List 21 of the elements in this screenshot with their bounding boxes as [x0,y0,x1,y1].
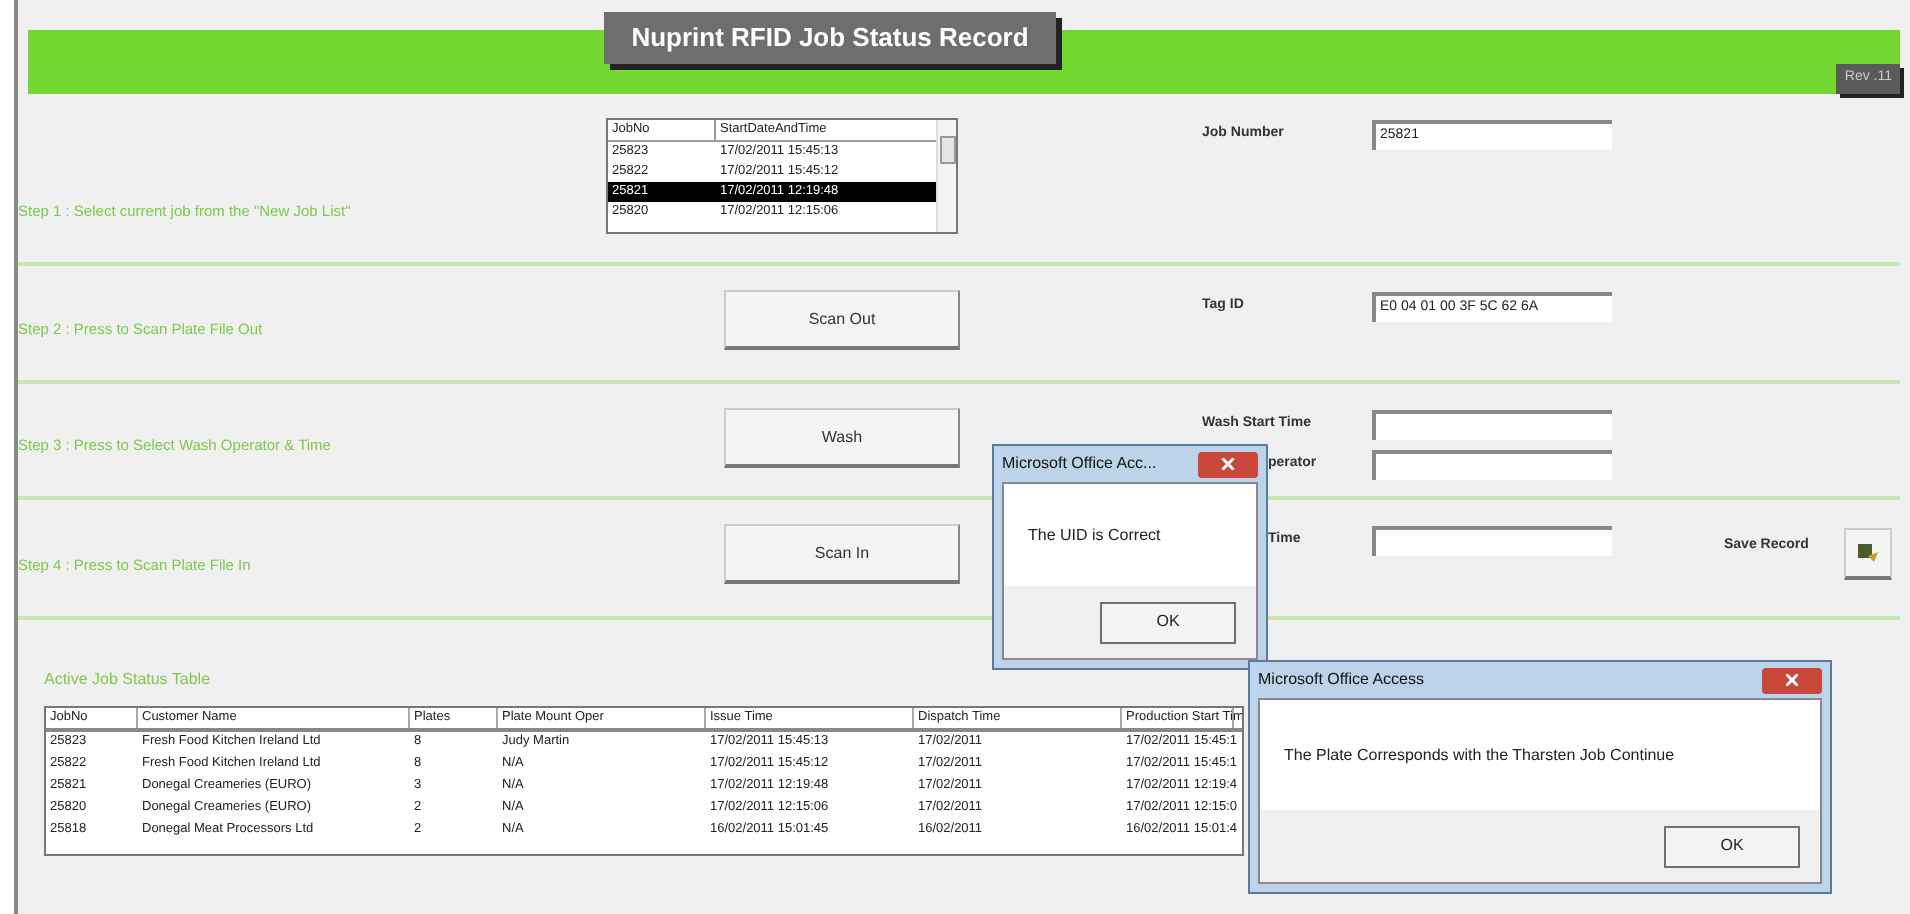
close-icon [1222,458,1234,470]
ok-button[interactable]: OK [1100,601,1236,643]
scrollbar[interactable] [936,120,956,232]
text-field[interactable] [1372,409,1612,439]
save-button[interactable] [1844,528,1893,580]
dialog-title: Microsoft Office Acc... [1002,452,1157,476]
text-field[interactable] [1372,449,1612,479]
close-button[interactable] [1762,667,1822,693]
dialog-message: The UID is Correct [1028,523,1161,547]
text-field[interactable] [1372,525,1612,555]
action-button[interactable]: Scan In [724,524,960,584]
save-icon [1856,542,1881,564]
app-title: Nuprint RFID Job Status Record [604,12,1056,64]
close-icon [1786,674,1798,686]
action-button[interactable]: Wash [724,408,960,468]
dialog-title: Microsoft Office Access [1258,668,1424,692]
action-button[interactable]: Scan Out [724,290,960,350]
close-button[interactable] [1198,451,1258,477]
table-title: Active Job Status Table [44,670,211,688]
dialog-message: The Plate Corresponds with the Tharsten Job Continue [1284,743,1675,767]
ok-button[interactable]: OK [1664,825,1800,867]
